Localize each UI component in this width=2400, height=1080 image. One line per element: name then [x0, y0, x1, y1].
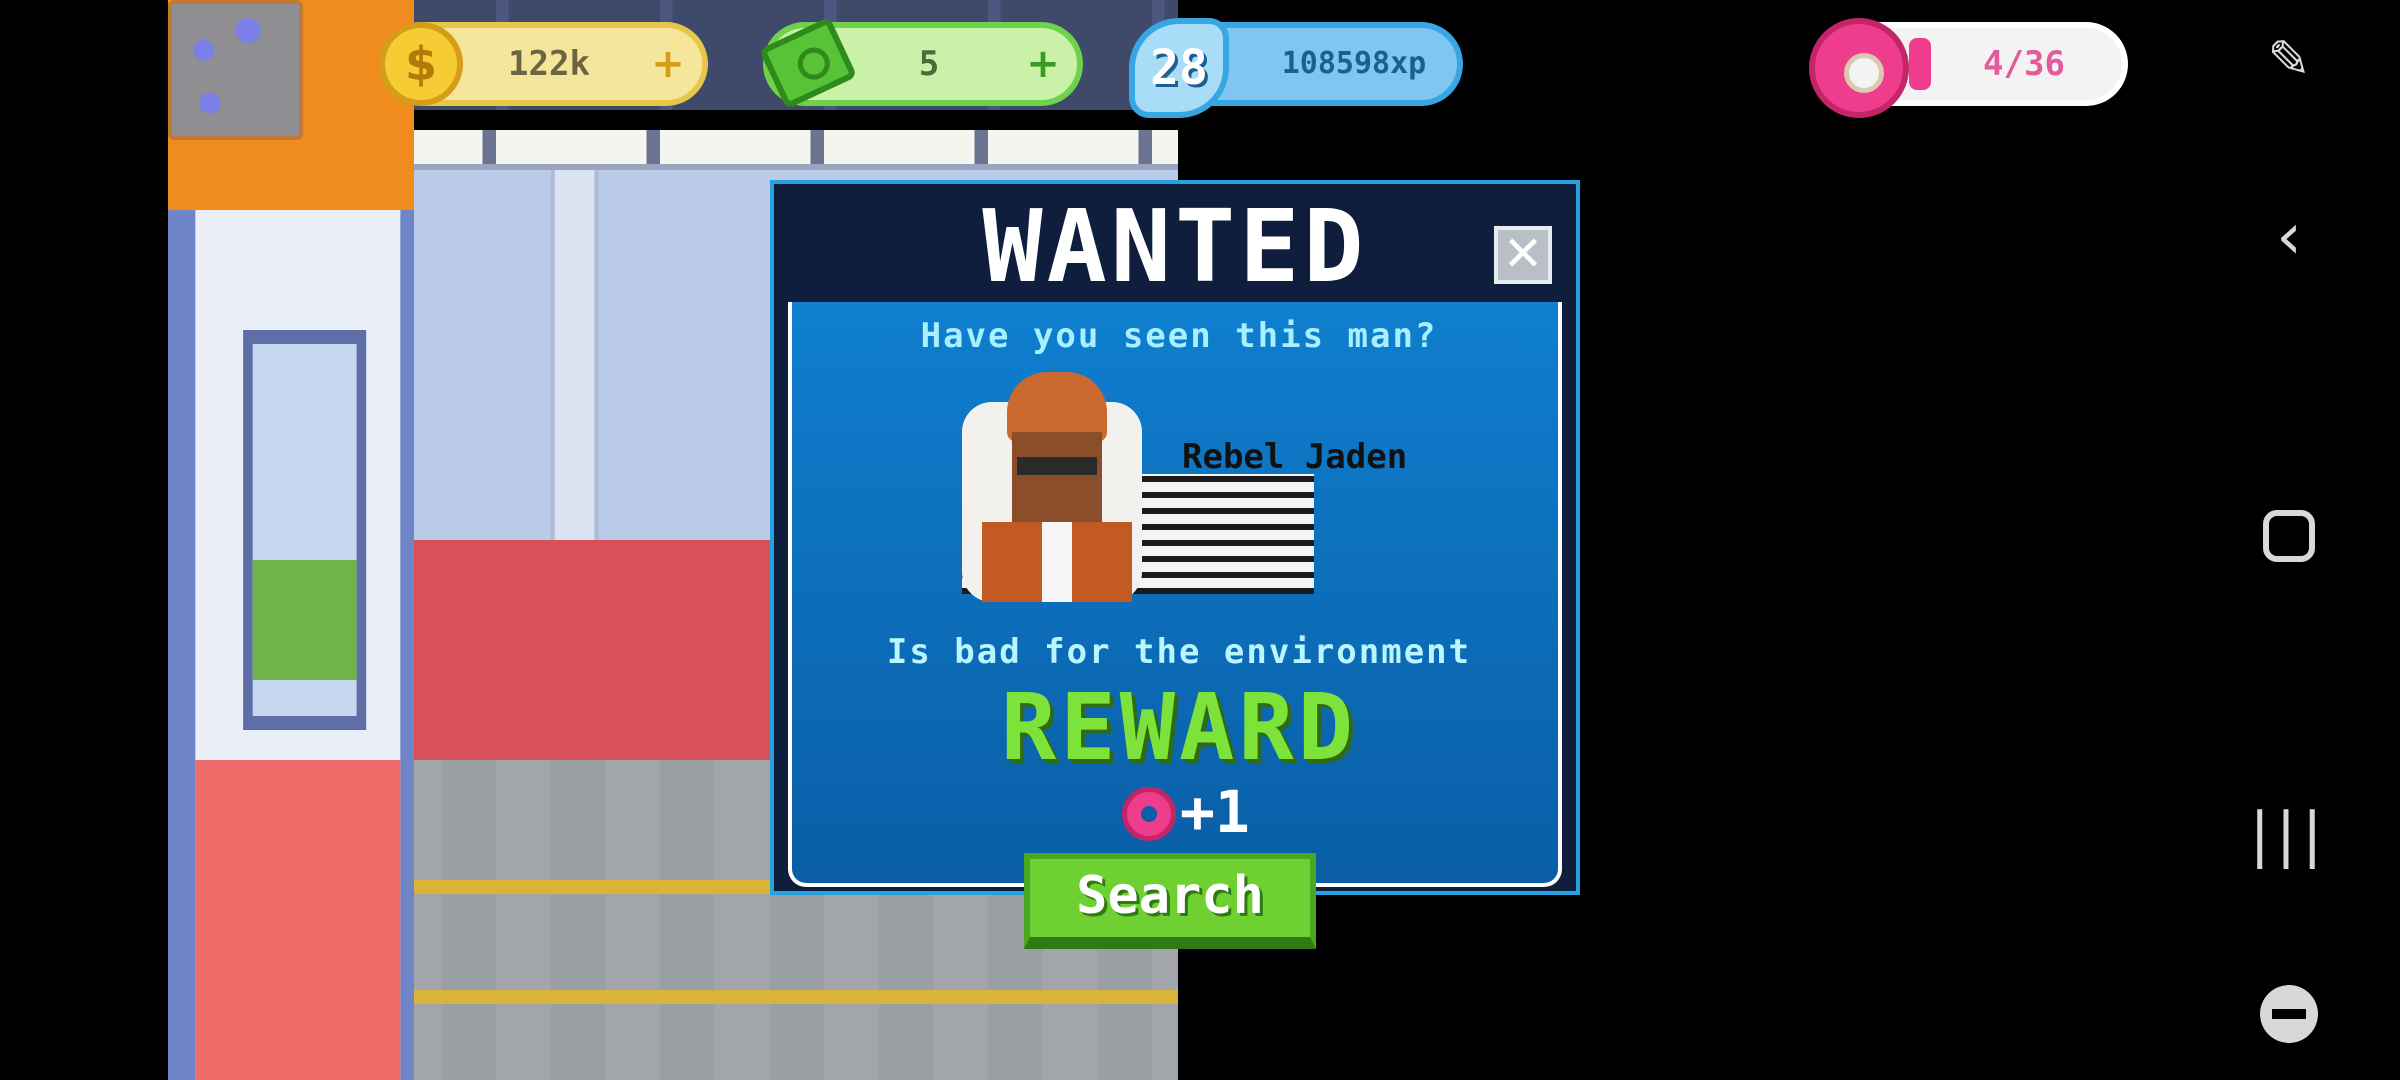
- left-letterbox: [0, 0, 168, 1080]
- coin-icon: $: [379, 22, 463, 106]
- cash-value: 5: [918, 44, 940, 84]
- reward-amount: +1: [1180, 778, 1250, 846]
- game-tools-icon[interactable]: [2178, 985, 2400, 1047]
- wanted-subtitle: Have you seen this man?: [920, 316, 1438, 356]
- screen-edit-icon[interactable]: ✎: [2178, 30, 2400, 90]
- add-coins-button[interactable]: +: [650, 44, 686, 84]
- hud: $ 122k + 5 + 28 108598xp 4/36: [0, 16, 2400, 118]
- cash-icon: [758, 16, 858, 110]
- home-button[interactable]: [2178, 510, 2400, 566]
- suspect-description: Is bad for the environment: [886, 632, 1472, 672]
- wanted-dialog: WANTED ✕ Have you seen this man? Rebel J…: [770, 180, 1580, 895]
- donut-icon: [1122, 787, 1176, 841]
- dialog-header: WANTED ✕: [782, 192, 1568, 302]
- back-button[interactable]: ‹: [2178, 200, 2400, 274]
- donut-counter[interactable]: 4/36: [1809, 18, 2128, 118]
- dialog-body: Have you seen this man? Rebel Jaden Is b…: [788, 302, 1562, 887]
- donut-progress-bar: [1909, 38, 1931, 90]
- level-badge: 28: [1129, 18, 1229, 118]
- suspect-name: Rebel Jaden: [1182, 437, 1408, 477]
- suspect-portrait: [952, 372, 1152, 612]
- cash-counter[interactable]: 5 +: [758, 16, 1083, 110]
- xp-counter[interactable]: 28 108598xp: [1129, 18, 1463, 118]
- donut-icon: [1809, 18, 1909, 118]
- add-cash-button[interactable]: +: [1025, 44, 1061, 84]
- search-button[interactable]: Search: [1024, 853, 1316, 949]
- recents-button[interactable]: |||: [2178, 800, 2400, 870]
- coins-value: 122k: [508, 44, 590, 84]
- left-building: [168, 0, 414, 1080]
- dialog-title: WANTED: [982, 188, 1368, 305]
- close-button[interactable]: ✕: [1494, 226, 1552, 284]
- xp-value: 108598xp: [1281, 46, 1427, 81]
- reward-label: REWARD: [1000, 674, 1358, 781]
- coins-counter[interactable]: $ 122k +: [379, 22, 708, 106]
- reward-value: +1: [1122, 777, 1322, 847]
- donut-value: 4/36: [1983, 44, 2065, 84]
- system-nav-bar: ✎ ‹ |||: [2178, 0, 2400, 1080]
